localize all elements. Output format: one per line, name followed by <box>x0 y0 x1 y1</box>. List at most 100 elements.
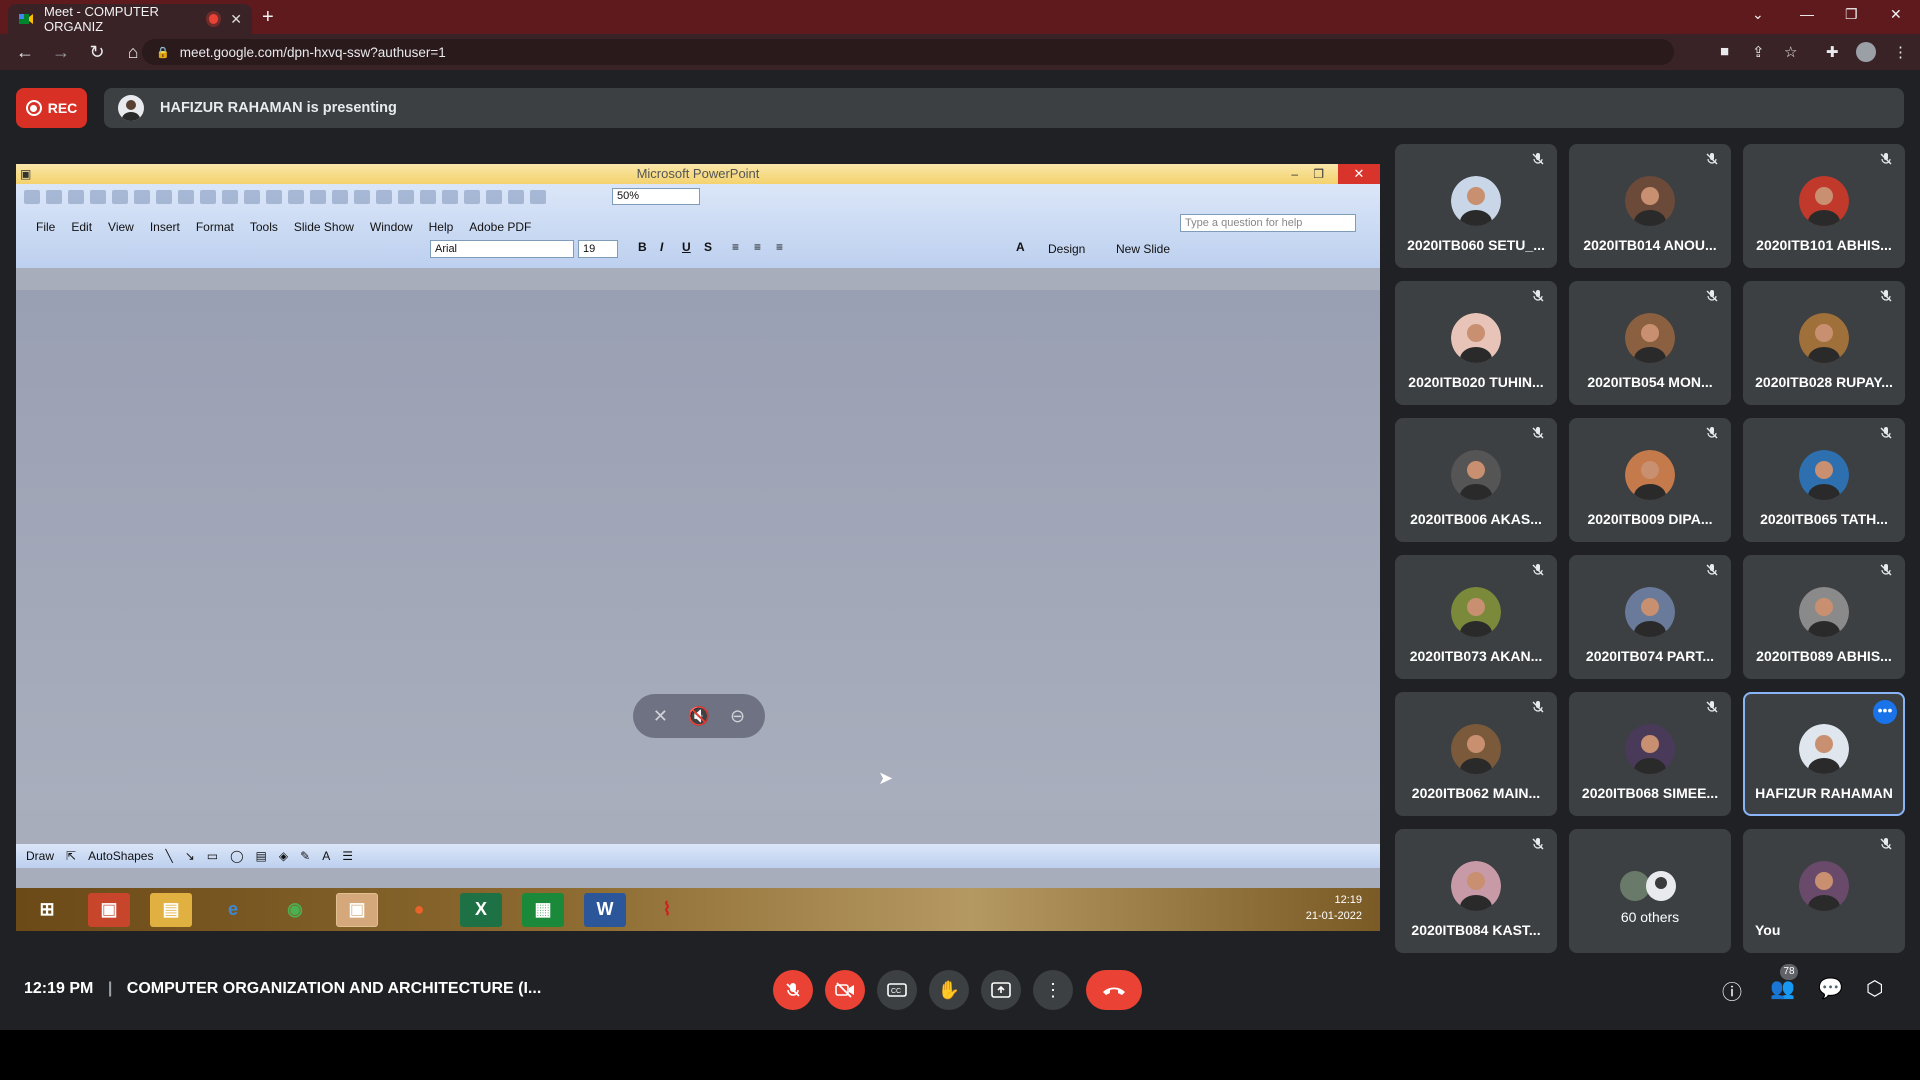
font-size-box: 19 <box>578 240 618 258</box>
participant-avatar <box>1451 313 1501 363</box>
raise-hand-button[interactable]: ✋ <box>929 970 969 1010</box>
participant-name: 2020ITB089 ABHIS... <box>1756 648 1892 664</box>
participant-tile[interactable]: 2020ITB054 MON... <box>1569 281 1731 405</box>
participant-tile[interactable]: 2020ITB074 PART... <box>1569 555 1731 679</box>
acrobat-icon: ⌇ <box>662 899 672 919</box>
media-player-icon: ▣ <box>88 892 130 927</box>
profile-avatar[interactable] <box>1856 42 1876 62</box>
participant-tile[interactable]: 2020ITB084 KAST... <box>1395 829 1557 953</box>
participant-avatar <box>1625 313 1675 363</box>
menu-file: File <box>36 220 56 234</box>
font-color-icon: A <box>1016 240 1025 254</box>
rec-label: REC <box>47 100 78 116</box>
participant-tile[interactable]: 2020ITB089 ABHIS... <box>1743 555 1905 679</box>
bookmark-star-icon[interactable]: ☆ <box>1784 43 1797 61</box>
tab-search-icon[interactable]: ⌄ <box>1752 6 1764 23</box>
participant-tile[interactable]: You <box>1743 829 1905 953</box>
shadow-icon: S <box>704 240 713 254</box>
participant-name: 2020ITB101 ABHIS... <box>1756 237 1892 253</box>
participant-avatar <box>1451 450 1501 500</box>
more-options-button[interactable]: ⋮ <box>1033 970 1073 1010</box>
chrome-icon: ◉ <box>287 899 303 919</box>
participant-avatar <box>1799 313 1849 363</box>
menu-help: Help <box>428 220 454 234</box>
participant-tile[interactable]: 2020ITB101 ABHIS... <box>1743 144 1905 268</box>
back-icon[interactable]: ← <box>14 42 36 63</box>
participant-tile[interactable]: 2020ITB009 DIPA... <box>1569 418 1731 542</box>
meeting-details-icon[interactable]: ⓘ <box>1722 976 1742 1005</box>
chat-icon[interactable]: 💬 <box>1818 976 1843 1001</box>
participant-name: 2020ITB065 TATH... <box>1760 511 1888 527</box>
extensions-icon[interactable]: ✚ <box>1826 43 1839 61</box>
participant-tile[interactable]: ••• HAFIZUR RAHAMAN <box>1743 692 1905 816</box>
participant-tile[interactable]: 2020ITB060 SETU_... <box>1395 144 1557 268</box>
menu-window: Window <box>369 220 413 234</box>
reload-icon[interactable]: ↻ <box>86 42 108 63</box>
text-color-icon: A <box>322 849 331 863</box>
browser-menu-icon[interactable]: ⋮ <box>1893 43 1908 61</box>
participant-name: 2020ITB068 SIMEE... <box>1581 785 1719 801</box>
meet-favicon-icon <box>18 11 34 27</box>
share-icon[interactable]: ⇪ <box>1752 43 1765 61</box>
tile-options-icon[interactable]: ••• <box>1873 700 1897 724</box>
activities-icon[interactable]: ⬡ <box>1866 976 1883 1001</box>
tab-close-icon[interactable]: ✕ <box>230 11 242 28</box>
participant-tile[interactable]: 60 others <box>1569 829 1731 953</box>
tab-title: Meet - COMPUTER ORGANIZ <box>44 4 159 34</box>
file-explorer-icon: ▤ <box>150 892 192 927</box>
participant-name: 2020ITB060 SETU_... <box>1407 237 1545 253</box>
recording-indicator-icon <box>208 14 219 24</box>
forward-icon[interactable]: → <box>50 42 72 63</box>
present-screen-button[interactable] <box>981 970 1021 1010</box>
participant-name: 2020ITB020 TUHIN... <box>1408 374 1544 390</box>
line-style-icon: ☰ <box>342 849 353 863</box>
muted-mic-icon <box>1705 700 1719 717</box>
participant-name: 2020ITB084 KAST... <box>1411 922 1541 938</box>
bottom-black-strip <box>0 1030 1920 1080</box>
participant-tile[interactable]: 2020ITB028 RUPAY... <box>1743 281 1905 405</box>
meet-area: REC HAFIZUR RAHAMAN is presenting ▣ Micr… <box>0 70 1920 1030</box>
window-close-button[interactable]: ✕ <box>1890 6 1902 23</box>
participant-name: 2020ITB062 MAIN... <box>1411 785 1541 801</box>
address-bar[interactable]: 🔒 meet.google.com/dpn-hxvq-ssw?authuser=… <box>142 39 1674 65</box>
camera-icon[interactable]: ■ <box>1720 43 1729 60</box>
participant-name: 2020ITB054 MON... <box>1587 374 1713 390</box>
recording-button[interactable]: REC <box>16 88 87 128</box>
muted-mic-icon <box>1879 289 1893 306</box>
participant-name: 2020ITB006 AKAS... <box>1410 511 1542 527</box>
participant-avatar <box>1451 861 1501 911</box>
participant-tile[interactable]: 2020ITB020 TUHIN... <box>1395 281 1557 405</box>
participant-tile[interactable]: 2020ITB014 ANOU... <box>1569 144 1731 268</box>
participant-tile[interactable]: 2020ITB073 AKAN... <box>1395 555 1557 679</box>
others-avatars <box>1615 861 1685 911</box>
participant-tile[interactable]: 2020ITB006 AKAS... <box>1395 418 1557 542</box>
muted-mic-icon <box>1531 563 1545 580</box>
draw-menu: Draw <box>26 849 55 863</box>
presenter-controls-pill: ✕ 🔇 ⊖ <box>633 694 765 738</box>
italic-icon: I <box>660 240 664 254</box>
participant-avatar <box>1451 724 1501 774</box>
menu-tools: Tools <box>249 220 278 234</box>
muted-mic-icon <box>1879 152 1893 169</box>
browser-tab[interactable]: Meet - COMPUTER ORGANIZ ✕ <box>8 4 252 34</box>
rectangle-icon: ▭ <box>206 849 219 863</box>
restore-button[interactable]: ❐ <box>1845 6 1858 23</box>
microphone-off-button[interactable] <box>773 970 813 1010</box>
unpin-icon: ✕ <box>652 705 668 726</box>
new-tab-button[interactable]: + <box>262 6 274 29</box>
participant-tile[interactable]: 2020ITB062 MAIN... <box>1395 692 1557 816</box>
menu-format: Format <box>195 220 234 234</box>
home-icon[interactable]: ⌂ <box>122 42 144 63</box>
muted-mic-icon <box>1879 837 1893 854</box>
ppt-drawing-toolbar: Draw ⇱ AutoShapes ╲ ↘ ▭ ◯ ▤ ◈ ✎ A ☰ <box>16 844 1380 868</box>
participant-tile[interactable]: 2020ITB068 SIMEE... <box>1569 692 1731 816</box>
captions-button[interactable]: CC <box>877 970 917 1010</box>
leave-call-button[interactable] <box>1086 970 1142 1010</box>
fill-color-icon: ◈ <box>278 849 289 863</box>
camera-off-button[interactable] <box>825 970 865 1010</box>
muted-mic-icon <box>1531 426 1545 443</box>
meeting-name: COMPUTER ORGANIZATION AND ARCHITECTURE (… <box>126 980 542 997</box>
participant-name: 2020ITB028 RUPAY... <box>1755 374 1893 390</box>
participant-tile[interactable]: 2020ITB065 TATH... <box>1743 418 1905 542</box>
minimize-button[interactable]: — <box>1800 6 1814 22</box>
